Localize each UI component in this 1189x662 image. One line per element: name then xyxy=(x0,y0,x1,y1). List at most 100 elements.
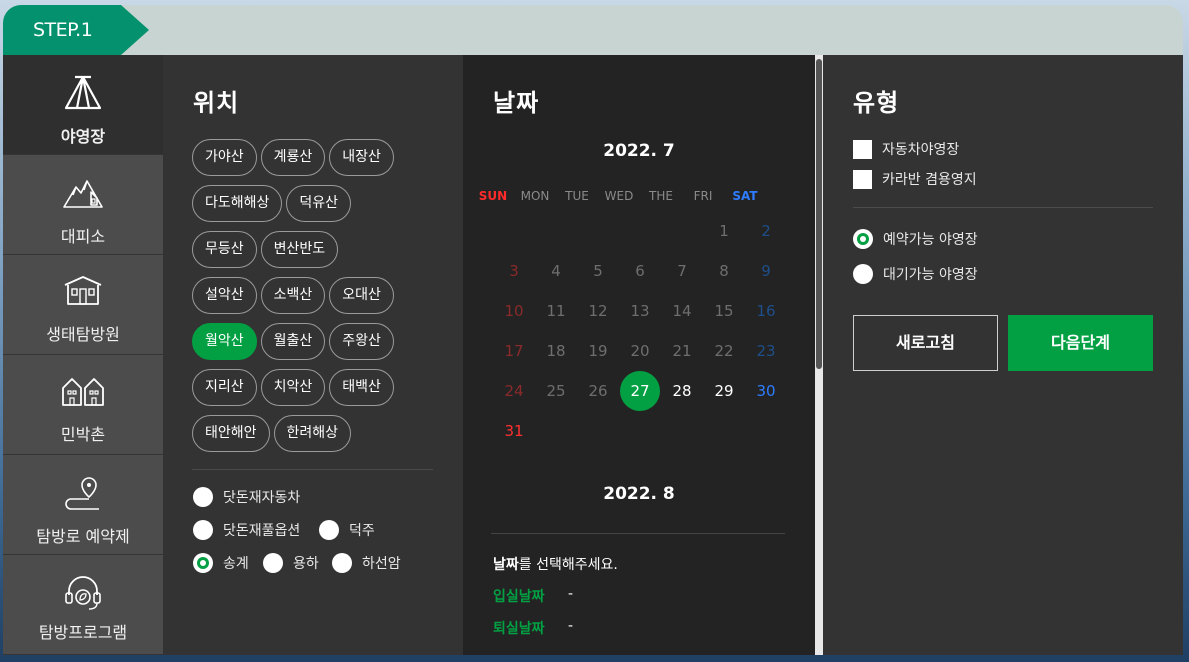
mountain-chip[interactable]: 내장산 xyxy=(329,139,394,176)
sidebar-item-label: 민박촌 xyxy=(60,425,106,444)
calendar-day: 18 xyxy=(546,342,566,360)
radio-button-selected[interactable] xyxy=(853,229,873,249)
sidebar-item-minbak[interactable]: 민박촌 xyxy=(3,355,163,455)
chip-row: 태안해안 한려해상 xyxy=(192,415,452,461)
option-deokju[interactable]: 덕주 xyxy=(319,520,375,540)
radio-button-selected[interactable] xyxy=(193,553,213,573)
radio-waitlist-campsite[interactable]: 대기가능 야영장 xyxy=(853,264,978,284)
calendar-day: 26 xyxy=(588,382,608,400)
mountain-chip[interactable]: 덕유산 xyxy=(286,185,352,222)
reset-button[interactable]: 새로고침 xyxy=(853,315,998,371)
calendar-day: 13 xyxy=(630,302,650,320)
mountain-chip[interactable]: 태안해안 xyxy=(192,415,270,452)
divider xyxy=(192,469,433,470)
mountain-chip[interactable]: 주왕산 xyxy=(329,323,394,360)
mountain-chip[interactable]: 지리산 xyxy=(192,369,257,406)
calendar-day: 4 xyxy=(551,262,561,280)
sidebar-item-label: 탐방로 예약제 xyxy=(36,527,130,546)
radio-button[interactable] xyxy=(319,520,339,540)
sidebar-item-label: 탐방프로그램 xyxy=(38,623,128,642)
weekday-label: FRI xyxy=(693,189,713,203)
next-step-button[interactable]: 다음단계 xyxy=(1008,315,1153,371)
calendar-day: 11 xyxy=(546,302,566,320)
option-datdonjae-car[interactable]: 닷돈재자동차 xyxy=(193,487,300,507)
radio-button[interactable] xyxy=(193,520,213,540)
mountain-chip[interactable]: 태백산 xyxy=(329,369,394,406)
mountain-chip[interactable]: 설악산 xyxy=(192,277,257,314)
trail-pin-icon xyxy=(65,477,99,510)
calendar-day: 15 xyxy=(714,302,734,320)
checkin-label: 입실날짜 xyxy=(493,589,545,605)
chip-row: 가야산 계룡산 내장산 xyxy=(192,139,452,185)
reservation-panel: 야영장 대피소 생태탐방원 민박촌 탐방로 예약제 탐방프로그램 위치 가야산 … xyxy=(3,55,1183,655)
calendar-day: 7 xyxy=(677,262,687,280)
radio-available-campsite[interactable]: 예약가능 야영장 xyxy=(853,229,978,249)
checkout-label: 퇴실날짜 xyxy=(493,621,545,637)
headset-leaf-icon xyxy=(65,576,101,610)
sidebar-item-label: 야영장 xyxy=(60,127,106,146)
mountain-chip[interactable]: 월악산 xyxy=(192,323,257,360)
sidebar-item-shelter[interactable]: 대피소 xyxy=(3,155,163,255)
checkin-value: - xyxy=(568,586,574,602)
weekday-label: MON xyxy=(520,189,550,203)
radio-button[interactable] xyxy=(193,487,213,507)
category-sidebar: 야영장 대피소 생태탐방원 민박촌 탐방로 예약제 탐방프로그램 xyxy=(3,55,163,655)
mountain-chip[interactable]: 월출산 xyxy=(260,323,326,360)
calendar-day: 25 xyxy=(546,382,566,400)
sidebar-item-label: 대피소 xyxy=(60,227,106,246)
mountain-chip[interactable]: 한려해상 xyxy=(273,415,352,452)
option-datdonjae-full[interactable]: 닷돈재풀옵션 xyxy=(193,520,300,540)
mountain-chip[interactable]: 소백산 xyxy=(260,277,326,314)
option-songgye[interactable]: 송계 xyxy=(193,553,249,573)
type-title: 유형 xyxy=(853,89,900,117)
calendar-day[interactable]: 28 xyxy=(661,371,703,411)
reservation-frame: STEP.1 야영장 대피소 생태탐방원 민박촌 탐방로 예약제 탐방프로그램 … xyxy=(3,5,1183,655)
weekday-label: SAT xyxy=(732,189,758,203)
chip-row: 무등산 변산반도 xyxy=(192,231,452,277)
month-label-july: 2022. 7 xyxy=(603,141,675,161)
chip-row: 다도해해상 덕유산 xyxy=(192,185,452,231)
tent-icon xyxy=(64,75,102,110)
calendar-fade-divider xyxy=(491,533,785,534)
calendar-day[interactable]: 27 xyxy=(619,371,661,411)
building-icon xyxy=(64,276,102,305)
calendar-day: 6 xyxy=(635,262,645,280)
calendar-day: 22 xyxy=(714,342,734,360)
checkbox-caravan-site[interactable]: 카라반 겸용영지 xyxy=(853,169,977,189)
weekday-label: THE xyxy=(649,189,673,203)
radio-button[interactable] xyxy=(263,553,283,573)
mountain-chip[interactable]: 치악산 xyxy=(260,369,326,406)
mountain-chip[interactable]: 오대산 xyxy=(329,277,394,314)
radio-button[interactable] xyxy=(853,264,873,284)
mountain-chip[interactable]: 계룡산 xyxy=(260,139,326,176)
checkbox-car-campsite[interactable]: 자동차야영장 xyxy=(853,139,959,159)
date-title: 날짜 xyxy=(493,89,540,117)
option-yongha[interactable]: 용하 xyxy=(263,553,319,573)
calendar-day: 20 xyxy=(630,342,650,360)
calendar-scroll-thumb[interactable] xyxy=(816,59,822,369)
location-section: 위치 가야산 계룡산 내장산 다도해해상 덕유산 무등산 변산반도 설악산 소백산 오대산 월악산 월… xyxy=(163,55,463,655)
option-haseonam[interactable]: 하선암 xyxy=(332,553,401,573)
month-label-august: 2022. 8 xyxy=(603,484,675,504)
mountain-chip[interactable]: 무등산 xyxy=(192,231,257,268)
step-indicator: STEP.1 xyxy=(3,5,149,55)
mountain-chip[interactable]: 다도해해상 xyxy=(192,185,283,222)
sidebar-item-trail-reservation[interactable]: 탐방로 예약제 xyxy=(3,455,163,555)
radio-button[interactable] xyxy=(332,553,352,573)
calendar-day: 24 xyxy=(504,382,524,400)
checkbox[interactable] xyxy=(853,169,872,189)
sidebar-item-campsite[interactable]: 야영장 xyxy=(3,55,163,155)
calendar-day[interactable]: 30 xyxy=(745,371,787,411)
calendar-day[interactable]: 31 xyxy=(493,411,535,451)
chip-row: 월악산 월출산 주왕산 xyxy=(192,323,452,369)
calendar-day[interactable]: 29 xyxy=(703,371,745,411)
sidebar-item-program[interactable]: 탐방프로그램 xyxy=(3,555,163,655)
calendar-day: 5 xyxy=(593,262,603,280)
mountain-chip[interactable]: 변산반도 xyxy=(260,231,339,268)
mountain-chip[interactable]: 가야산 xyxy=(192,139,257,176)
checkbox[interactable] xyxy=(853,139,872,159)
sidebar-item-eco-center[interactable]: 생태탐방원 xyxy=(3,255,163,355)
mountain-chip-list: 가야산 계룡산 내장산 다도해해상 덕유산 무등산 변산반도 설악산 소백산 오대산 월악산 월출산 주… xyxy=(192,139,452,461)
checkout-value: - xyxy=(568,618,574,634)
calendar-day: 19 xyxy=(588,342,608,360)
